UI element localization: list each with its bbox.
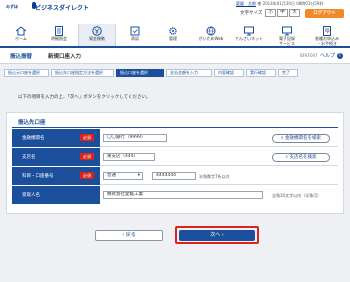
required-badge: 必須 bbox=[80, 172, 94, 179]
globe-icon bbox=[206, 26, 216, 36]
document-icon bbox=[55, 26, 63, 36]
font-small-button[interactable]: 小 bbox=[265, 9, 276, 17]
help-link[interactable]: ヘルプ ? bbox=[320, 52, 343, 59]
payee-name-field[interactable]: 株式会社愛媛工業 bbox=[103, 191, 263, 199]
payee-label: 受取人名 bbox=[22, 193, 40, 198]
font-size-label: 文字サイズ bbox=[240, 11, 263, 16]
monitor-icon bbox=[244, 26, 254, 36]
nav-transfer[interactable]: 資金移動 bbox=[78, 24, 116, 46]
nav-electronic-record[interactable]: 電子記録 サービス bbox=[268, 24, 306, 46]
bank-name-field[interactable]: 〇〇銀行（9999） bbox=[103, 134, 167, 142]
user-name[interactable]: 愛媛 太郎 bbox=[236, 1, 256, 6]
step-2: 振込先口座指定方法を選択 bbox=[51, 69, 114, 77]
chevron-down-icon: ▾ bbox=[137, 173, 140, 178]
section-divider bbox=[12, 127, 338, 128]
gear-icon bbox=[169, 27, 177, 35]
chevron-right-icon: › bbox=[221, 232, 224, 238]
page-title: 振込振替 bbox=[10, 54, 33, 60]
step-1: 振込元口座を選択 bbox=[4, 69, 49, 77]
monitor-icon bbox=[282, 26, 292, 36]
nav-densai[interactable]: でんさいネット bbox=[230, 24, 268, 46]
step-4: 支払金額を入力 bbox=[166, 69, 212, 77]
account-type-select[interactable]: 普通 ▾ bbox=[103, 172, 143, 180]
last-login: 2014年01月30日 08時01分59秒 bbox=[262, 1, 324, 6]
page-subtitle: 新規口座入力 bbox=[48, 54, 82, 60]
section-title: 振込先口座 bbox=[18, 120, 46, 126]
required-badge: 必須 bbox=[80, 153, 94, 160]
screen-code: BFKF007 bbox=[300, 53, 318, 58]
logout-button[interactable]: ログアウト bbox=[305, 9, 344, 18]
bank-logo: みずほ bbox=[6, 4, 18, 9]
account-number-note: 半角数字7桁以内 bbox=[199, 174, 230, 179]
approval-icon bbox=[130, 26, 140, 36]
nav-approval[interactable]: 承認 bbox=[116, 24, 154, 46]
required-badge: 必須 bbox=[80, 134, 94, 141]
chevron-left-icon: ‹ bbox=[122, 232, 125, 238]
yen-transfer-icon bbox=[92, 26, 102, 36]
payee-name-note: 全角30文字以内（半角可） bbox=[272, 193, 322, 198]
bank-label: 金融機関名 bbox=[22, 136, 45, 141]
nav-statements[interactable]: 明細照会 bbox=[40, 24, 78, 46]
bank-search-button[interactable]: ⌕ 金融機関名を検索 bbox=[272, 134, 330, 143]
form-icon bbox=[323, 26, 331, 36]
step-5: 内容確認 bbox=[214, 69, 244, 77]
instruction-text: 以下の項目を入力の上、「次へ」ボタンをクリックしてください。 bbox=[18, 95, 151, 100]
branch-label: 支店名 bbox=[22, 155, 36, 160]
step-3-current: 振込口座を選択 bbox=[116, 69, 164, 77]
account-number-field[interactable]: 4444444 bbox=[152, 172, 196, 180]
nav-gaitame-web[interactable]: がいためWeb bbox=[192, 24, 230, 46]
house-icon bbox=[15, 26, 27, 36]
branch-search-button[interactable]: ⌕ 支店名を検索 bbox=[272, 153, 330, 162]
back-button[interactable]: ‹ 戻る bbox=[95, 230, 163, 241]
magnifier-icon: ⌕ bbox=[281, 136, 284, 141]
nav-applications[interactable]: 各種お申込み ・お手続き bbox=[306, 24, 348, 46]
service-logo: ビジネスダイレクト bbox=[35, 5, 90, 12]
user-suffix: 様 bbox=[257, 1, 262, 6]
user-info: 愛媛 太郎 様 2014年01月30日 08時01分59秒 bbox=[236, 1, 323, 7]
next-button[interactable]: 次へ › bbox=[179, 230, 255, 241]
magnifier-icon: ⌕ bbox=[285, 155, 289, 160]
nav-home[interactable]: ホーム bbox=[2, 24, 40, 46]
font-large-button[interactable]: 大 bbox=[289, 9, 300, 17]
step-7: 完了 bbox=[278, 69, 298, 77]
branch-name-field[interactable]: 東支店（444） bbox=[103, 153, 155, 161]
font-medium-button[interactable]: 中 bbox=[277, 9, 288, 17]
help-question-icon: ? bbox=[336, 53, 343, 59]
account-label: 科目・口座番号 bbox=[22, 174, 54, 179]
step-6: 実行確認 bbox=[246, 69, 276, 77]
nav-management[interactable]: 管理 bbox=[154, 24, 192, 46]
